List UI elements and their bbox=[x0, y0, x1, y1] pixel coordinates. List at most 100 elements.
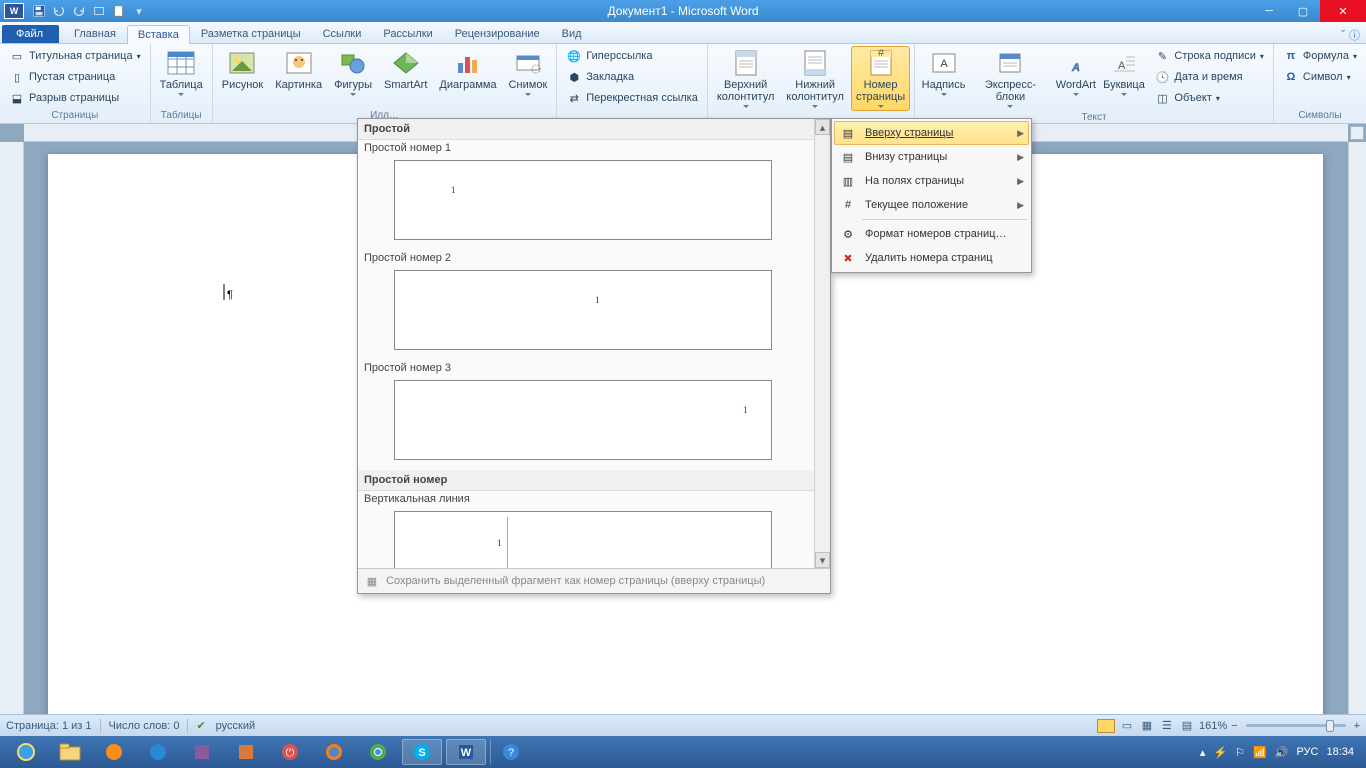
tray-battery-icon[interactable]: ⚡ bbox=[1213, 746, 1227, 759]
tab-mailings[interactable]: Рассылки bbox=[372, 24, 443, 43]
gallery-item[interactable]: 1 bbox=[394, 380, 772, 460]
tab-file[interactable]: Файл bbox=[2, 25, 59, 43]
clipart-button[interactable]: Картинка bbox=[270, 46, 327, 94]
table-button[interactable]: Таблица bbox=[155, 46, 208, 99]
header-button[interactable]: Верхний колонтитул bbox=[712, 46, 780, 111]
blank-page-button[interactable]: ▯Пустая страница bbox=[4, 67, 146, 87]
view-draft-icon[interactable]: ▤ bbox=[1179, 718, 1195, 734]
taskbar-explorer[interactable] bbox=[50, 739, 90, 765]
proofing-icon[interactable]: ✔ bbox=[196, 719, 205, 732]
gallery-item[interactable]: 1 bbox=[394, 160, 772, 240]
gallery-item[interactable]: 1 bbox=[394, 270, 772, 350]
crossref-button[interactable]: ⇄Перекрестная ссылка bbox=[561, 88, 703, 108]
taskbar-ie[interactable] bbox=[6, 739, 46, 765]
page-number-button[interactable]: #Номер страницы bbox=[851, 46, 910, 111]
tray-flag-icon[interactable]: ⚐ bbox=[1235, 746, 1245, 759]
quickparts-button[interactable]: Экспресс-блоки bbox=[970, 46, 1051, 111]
vertical-scrollbar[interactable] bbox=[1348, 142, 1366, 714]
help-icon[interactable]: ⓘ bbox=[1349, 27, 1360, 43]
view-web-icon[interactable]: ▦ bbox=[1139, 718, 1155, 734]
status-language[interactable]: русский bbox=[216, 720, 255, 732]
taskbar-app[interactable]: ⏻ bbox=[270, 739, 310, 765]
textbox-button[interactable]: AНадпись bbox=[919, 46, 968, 99]
zoom-in-icon[interactable]: + bbox=[1354, 720, 1360, 732]
taskbar-skype[interactable]: S bbox=[402, 739, 442, 765]
page-bottom-icon: ▤ bbox=[839, 149, 857, 165]
hyperlink-button[interactable]: 🌐Гиперссылка bbox=[561, 46, 703, 66]
tray-volume-icon[interactable]: 🔊 bbox=[1275, 746, 1289, 759]
ruler-toggle-icon[interactable] bbox=[1350, 126, 1364, 140]
taskbar-word[interactable]: W bbox=[446, 739, 486, 765]
scroll-up-icon[interactable]: ▴ bbox=[815, 119, 830, 135]
footer-button[interactable]: Нижний колонтитул bbox=[781, 46, 849, 111]
submenu-bottom[interactable]: ▤Внизу страницы▶ bbox=[834, 145, 1029, 169]
page-break-button[interactable]: ⬓Разрыв страницы bbox=[4, 88, 146, 108]
scroll-down-icon[interactable]: ▾ bbox=[815, 552, 830, 568]
screenshot-button[interactable]: Снимок bbox=[504, 46, 553, 99]
cover-page-button[interactable]: ▭Титульная страница▾ bbox=[4, 46, 146, 66]
equation-button[interactable]: πФормула▾ bbox=[1278, 46, 1362, 66]
object-icon: ◫ bbox=[1154, 90, 1170, 106]
tab-review[interactable]: Рецензирование bbox=[444, 24, 551, 43]
tab-home[interactable]: Главная bbox=[63, 24, 127, 43]
zoom-level[interactable]: 161% bbox=[1199, 720, 1227, 732]
vertical-ruler[interactable] bbox=[0, 142, 24, 714]
taskbar-app[interactable] bbox=[94, 739, 134, 765]
table-icon bbox=[165, 49, 197, 77]
object-button[interactable]: ◫Объект▾ bbox=[1149, 88, 1268, 108]
zoom-slider[interactable] bbox=[1246, 724, 1346, 727]
save-icon[interactable] bbox=[30, 2, 48, 20]
submenu-remove[interactable]: ✖Удалить номера страниц bbox=[834, 246, 1029, 270]
qat-icon[interactable] bbox=[90, 2, 108, 20]
dropcap-button[interactable]: AБуквица bbox=[1101, 46, 1148, 99]
qat-dropdown-icon[interactable]: ▾ bbox=[130, 2, 148, 20]
bookmark-button[interactable]: ⬢Закладка bbox=[561, 67, 703, 87]
tab-view[interactable]: Вид bbox=[551, 24, 593, 43]
taskbar-app[interactable] bbox=[182, 739, 222, 765]
submenu-format[interactable]: ⚙Формат номеров страниц… bbox=[834, 222, 1029, 246]
tray-arrow-icon[interactable]: ▴ bbox=[1200, 746, 1206, 759]
tray-language[interactable]: РУС bbox=[1296, 746, 1318, 758]
svg-text:W: W bbox=[461, 747, 472, 759]
view-read-icon[interactable]: ▭ bbox=[1119, 718, 1135, 734]
taskbar-app[interactable] bbox=[138, 739, 178, 765]
tray-network-icon[interactable]: 📶 bbox=[1253, 746, 1267, 759]
signature-button[interactable]: ✎Строка подписи▾ bbox=[1149, 46, 1268, 66]
submenu-top[interactable]: ▤Вверху страницы▶ bbox=[834, 121, 1029, 145]
chart-button[interactable]: Диаграмма bbox=[434, 46, 501, 94]
taskbar-chrome[interactable] bbox=[358, 739, 398, 765]
smartart-button[interactable]: SmartArt bbox=[379, 46, 432, 94]
symbol-button[interactable]: ΩСимвол▾ bbox=[1278, 67, 1362, 87]
page-margin-icon: ▥ bbox=[839, 173, 857, 189]
close-button[interactable]: ✕ bbox=[1320, 0, 1366, 22]
redo-icon[interactable] bbox=[70, 2, 88, 20]
tab-layout[interactable]: Разметка страницы bbox=[190, 24, 312, 43]
gallery-scrollbar[interactable]: ▴ ▾ bbox=[814, 119, 830, 568]
tab-references[interactable]: Ссылки bbox=[312, 24, 373, 43]
maximize-button[interactable]: ▢ bbox=[1286, 0, 1320, 22]
qat-new-icon[interactable] bbox=[110, 2, 128, 20]
taskbar-app[interactable] bbox=[226, 739, 266, 765]
taskbar-app[interactable]: ? bbox=[490, 739, 530, 765]
taskbar-firefox[interactable] bbox=[314, 739, 354, 765]
view-outline-icon[interactable]: ☰ bbox=[1159, 718, 1175, 734]
page-top-icon: ▤ bbox=[839, 125, 857, 141]
gallery-item[interactable]: 1 bbox=[394, 511, 772, 568]
datetime-button[interactable]: 🕓Дата и время bbox=[1149, 67, 1268, 87]
header-icon bbox=[730, 49, 762, 77]
submenu-margins[interactable]: ▥На полях страницы▶ bbox=[834, 169, 1029, 193]
picture-button[interactable]: Рисунок bbox=[217, 46, 269, 94]
wordart-button[interactable]: AWordArt bbox=[1053, 46, 1098, 99]
ribbon-minimize-icon[interactable]: ˇ bbox=[1341, 29, 1345, 41]
tab-insert[interactable]: Вставка bbox=[127, 25, 190, 44]
shapes-button[interactable]: Фигуры bbox=[329, 46, 377, 99]
undo-icon[interactable] bbox=[50, 2, 68, 20]
zoom-out-icon[interactable]: − bbox=[1231, 720, 1237, 732]
view-print-icon[interactable] bbox=[1097, 719, 1115, 733]
submenu-current[interactable]: #Текущее положение▶ bbox=[834, 193, 1029, 217]
minimize-button[interactable]: ─ bbox=[1252, 0, 1286, 22]
status-words[interactable]: Число слов: 0 bbox=[109, 720, 180, 732]
tray-clock[interactable]: 18:34 bbox=[1326, 746, 1354, 758]
svg-text:?: ? bbox=[507, 747, 513, 759]
status-page[interactable]: Страница: 1 из 1 bbox=[6, 720, 92, 732]
